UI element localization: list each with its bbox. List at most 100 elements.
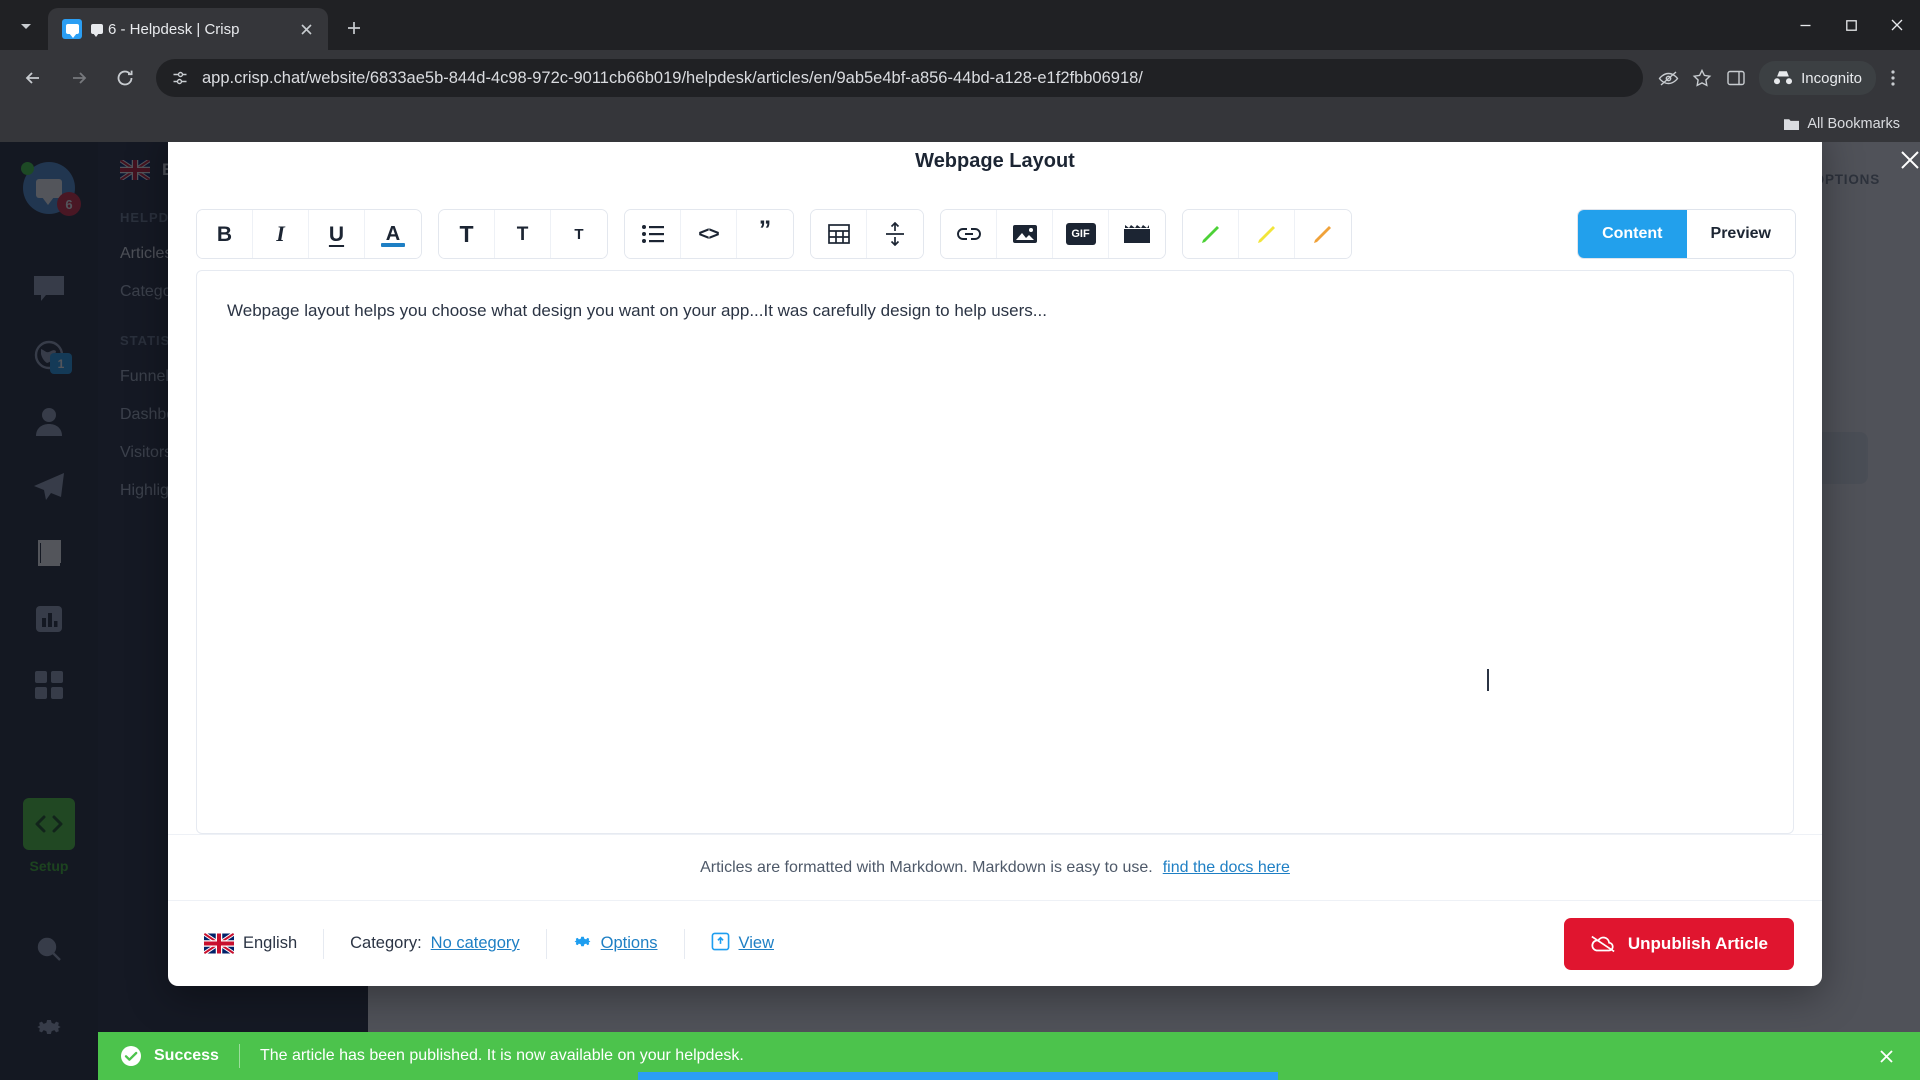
tracking-protection-icon[interactable] [1651,61,1685,95]
view-label: View [738,934,774,952]
bullet-list-button[interactable] [625,210,681,258]
heading-1-button[interactable]: T [439,210,495,258]
toolbar-group-media: GIF [940,209,1166,259]
new-tab-button[interactable] [336,10,372,46]
view-mode-toggle: Content Preview [1577,209,1796,259]
highlight-green-button[interactable] [1183,210,1239,258]
divider-button[interactable] [867,210,923,258]
incognito-indicator[interactable]: Incognito [1759,61,1876,95]
tab-search-dropdown-button[interactable] [8,8,44,44]
minimize-button[interactable] [1782,0,1828,50]
highlight-orange-button[interactable] [1295,210,1351,258]
tab-title: 6 - Helpdesk | Crisp [91,21,285,38]
text-color-glyph: A [385,223,401,245]
underline-button[interactable]: U [309,210,365,258]
footer-language[interactable]: English [196,933,323,954]
gif-button[interactable]: GIF [1053,210,1109,258]
divider-icon [886,222,904,246]
tab-preview[interactable]: Preview [1686,210,1795,258]
blockquote-button[interactable]: ” [737,210,793,258]
highlight-yellow-button[interactable] [1239,210,1295,258]
markdown-hint-text: Articles are formatted with Markdown. Ma… [700,858,1153,876]
cloud-off-icon [1591,935,1615,952]
editor-container: Webpage layout helps you choose what des… [168,270,1822,834]
code-button[interactable]: <> [681,210,737,258]
view-button[interactable]: View [685,932,800,956]
webpage-layout-modal: Webpage Layout B I U A T T T <> ” GIF Co… [168,142,1919,986]
category-prefix: Category: [350,934,422,952]
video-button[interactable] [1109,210,1165,258]
toast-accent-strip [638,1072,1278,1080]
bold-button[interactable]: B [197,210,253,258]
incognito-label: Incognito [1801,69,1862,87]
modal-header: Webpage Layout [168,142,1919,198]
italic-glyph: I [276,221,285,246]
app-viewport: English HELPDESK Articles Categories STA… [0,142,1920,1080]
bookmark-star-icon[interactable] [1685,61,1719,95]
side-panel-icon[interactable] [1719,61,1753,95]
markdown-hint: Articles are formatted with Markdown. Ma… [168,834,1822,900]
pen-yellow-icon [1257,226,1275,243]
reload-button[interactable] [105,58,145,98]
browser-tab[interactable]: 6 - Helpdesk | Crisp [48,8,328,50]
modal-footer: English Category: No category Options Vi… [168,900,1822,986]
italic-button[interactable]: I [253,210,309,258]
folder-icon [1784,118,1800,130]
browser-window: 6 - Helpdesk | Crisp app.crisp.chat/webs… [0,0,1920,1080]
image-icon [1012,225,1037,243]
message-bubble-icon [91,24,103,37]
video-icon [1124,225,1150,243]
check-circle-icon [120,1045,142,1067]
pen-green-icon [1201,226,1219,243]
toolbar-group-highlighters [1182,209,1352,259]
omnibox-bar: app.crisp.chat/website/6833ae5b-844d-4c9… [0,50,1920,106]
toolbar-group-insert [810,209,924,259]
heading-3-button[interactable]: T [551,210,607,258]
table-button[interactable] [811,210,867,258]
heading-2-button[interactable]: T [495,210,551,258]
page-title: Webpage Layout [915,149,1075,172]
external-link-icon [711,932,730,956]
toolbar-group-headings: T T T [438,209,608,259]
close-icon[interactable] [1890,142,1920,180]
forward-button[interactable] [59,58,99,98]
heading-3-glyph: T [574,225,584,243]
close-window-button[interactable] [1874,0,1920,50]
all-bookmarks-button[interactable]: All Bookmarks [1783,116,1900,132]
back-button[interactable] [13,58,53,98]
site-settings-icon[interactable] [170,68,190,88]
options-button[interactable]: Options [547,932,684,956]
category-value-link[interactable]: No category [431,934,520,953]
bookmarks-bar: All Bookmarks [0,106,1920,142]
toolbar-group-blocks: <> ” [624,209,794,259]
markdown-docs-link[interactable]: find the docs here [1163,859,1290,877]
text-caret [1487,669,1489,691]
footer-category: Category: No category [324,934,546,953]
address-bar[interactable]: app.crisp.chat/website/6833ae5b-844d-4c9… [156,59,1644,97]
unpublish-article-button[interactable]: Unpublish Article [1563,917,1794,970]
editor-toolbar: B I U A T T T <> ” GIF Content Preview [168,198,1822,270]
bold-glyph: B [216,222,233,246]
close-icon[interactable] [294,17,318,41]
gear-icon [573,932,592,956]
chrome-menu-icon[interactable] [1876,61,1910,95]
incognito-icon [1774,71,1793,85]
blockquote-glyph: ” [758,215,772,244]
code-glyph: <> [698,223,719,245]
uk-flag-icon [204,933,234,954]
article-body-text: Webpage layout helps you choose what des… [227,301,1047,320]
article-content-editor[interactable]: Webpage layout helps you choose what des… [196,270,1794,834]
link-icon [956,228,981,240]
underline-glyph: U [328,222,345,246]
tab-content[interactable]: Content [1578,210,1687,258]
divider [238,1044,240,1068]
maximize-button[interactable] [1828,0,1874,50]
close-icon[interactable] [1874,1044,1898,1068]
link-button[interactable] [941,210,997,258]
image-button[interactable] [997,210,1053,258]
options-label: Options [600,934,658,952]
text-color-button[interactable]: A [365,210,421,258]
tab-strip: 6 - Helpdesk | Crisp [0,0,1920,50]
footer-language-label: English [243,934,298,952]
bullet-list-icon [641,225,664,243]
